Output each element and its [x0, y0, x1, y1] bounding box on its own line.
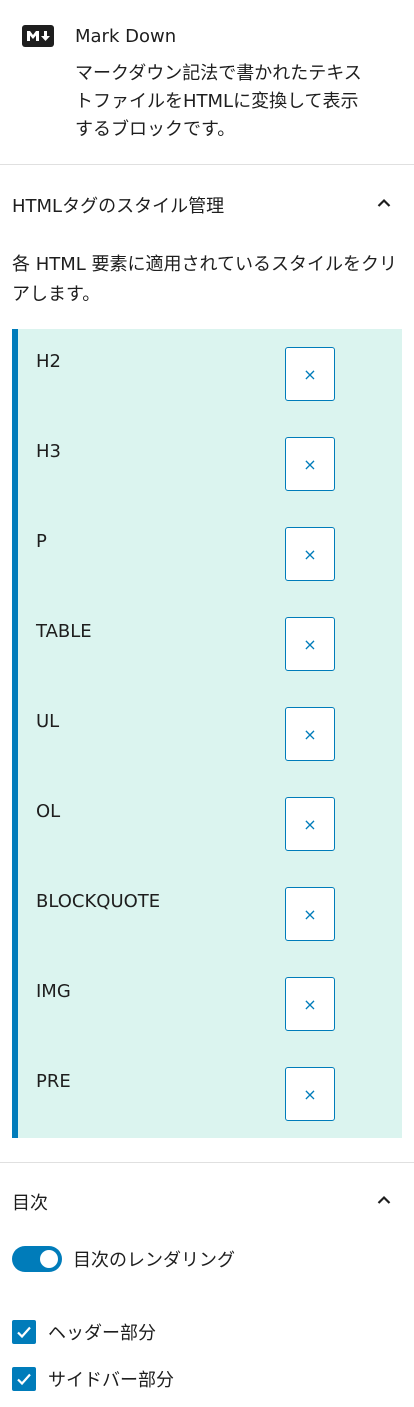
header-checkbox[interactable]	[12, 1320, 36, 1344]
tag-row: H2 ×	[18, 329, 402, 419]
tag-row: IMG ×	[18, 959, 402, 1049]
clear-style-button[interactable]: ×	[285, 1067, 335, 1121]
tag-row: UL ×	[18, 689, 402, 779]
tag-row: P ×	[18, 509, 402, 599]
clear-style-button[interactable]: ×	[285, 887, 335, 941]
tag-label: PRE	[36, 1071, 71, 1092]
checkmark-icon	[17, 1373, 31, 1386]
clear-style-button[interactable]: ×	[285, 437, 335, 491]
tag-label: H3	[36, 441, 61, 462]
tag-row: H3 ×	[18, 419, 402, 509]
tag-label: IMG	[36, 981, 71, 1002]
tag-row: OL ×	[18, 779, 402, 869]
block-description: マークダウン記法で書かれたテキストファイルをHTMLに変換して表示するブロックで…	[75, 63, 362, 140]
toc-render-label: 目次のレンダリング	[73, 1250, 235, 1271]
clear-style-button[interactable]: ×	[285, 707, 335, 761]
tag-label: TABLE	[36, 621, 92, 642]
tag-label: P	[36, 531, 47, 552]
toc-render-toggle[interactable]	[12, 1246, 62, 1272]
style-panel-header[interactable]: HTMLタグのスタイル管理	[0, 168, 414, 238]
tag-row: BLOCKQUOTE ×	[18, 869, 402, 959]
tag-label: BLOCKQUOTE	[36, 891, 161, 912]
tag-label: UL	[36, 711, 60, 732]
tag-row: TABLE ×	[18, 599, 402, 689]
checkmark-icon	[17, 1326, 31, 1339]
clear-style-button[interactable]: ×	[285, 527, 335, 581]
clear-style-button[interactable]: ×	[285, 347, 335, 401]
style-panel-description: 各 HTML 要素に適用されているスタイルをクリアします。	[12, 254, 397, 305]
tag-row: PRE ×	[18, 1049, 402, 1139]
header-checkbox-row: ヘッダー部分	[12, 1319, 156, 1345]
toggle-knob	[40, 1250, 58, 1268]
panel-divider	[0, 1162, 414, 1163]
clear-style-button[interactable]: ×	[285, 617, 335, 671]
sidebar-checkbox-row: サイドバー部分	[12, 1366, 174, 1392]
style-panel-title: HTMLタグのスタイル管理	[12, 196, 225, 217]
tag-label: H2	[36, 351, 61, 372]
chevron-up-icon[interactable]	[376, 195, 392, 211]
block-card: Mark Down マークダウン記法で書かれたテキストファイルをHTMLに変換し…	[0, 0, 414, 165]
sidebar-checkbox-label: サイドバー部分	[48, 1370, 174, 1391]
toc-render-row: 目次のレンダリング	[12, 1245, 235, 1273]
sidebar-checkbox[interactable]	[12, 1367, 36, 1391]
markdown-icon	[22, 25, 54, 47]
block-title: Mark Down	[75, 26, 177, 47]
toc-panel-title: 目次	[12, 1193, 48, 1214]
html-tag-list: H2 × H3 × P × TABLE × UL × OL × BLOCKQUOTE × IMG × PRE ×	[12, 329, 402, 1138]
chevron-up-icon[interactable]	[376, 1192, 392, 1208]
clear-style-button[interactable]: ×	[285, 797, 335, 851]
header-checkbox-label: ヘッダー部分	[48, 1323, 156, 1344]
toc-panel-header[interactable]: 目次	[0, 1165, 414, 1235]
clear-style-button[interactable]: ×	[285, 977, 335, 1031]
tag-label: OL	[36, 801, 61, 822]
